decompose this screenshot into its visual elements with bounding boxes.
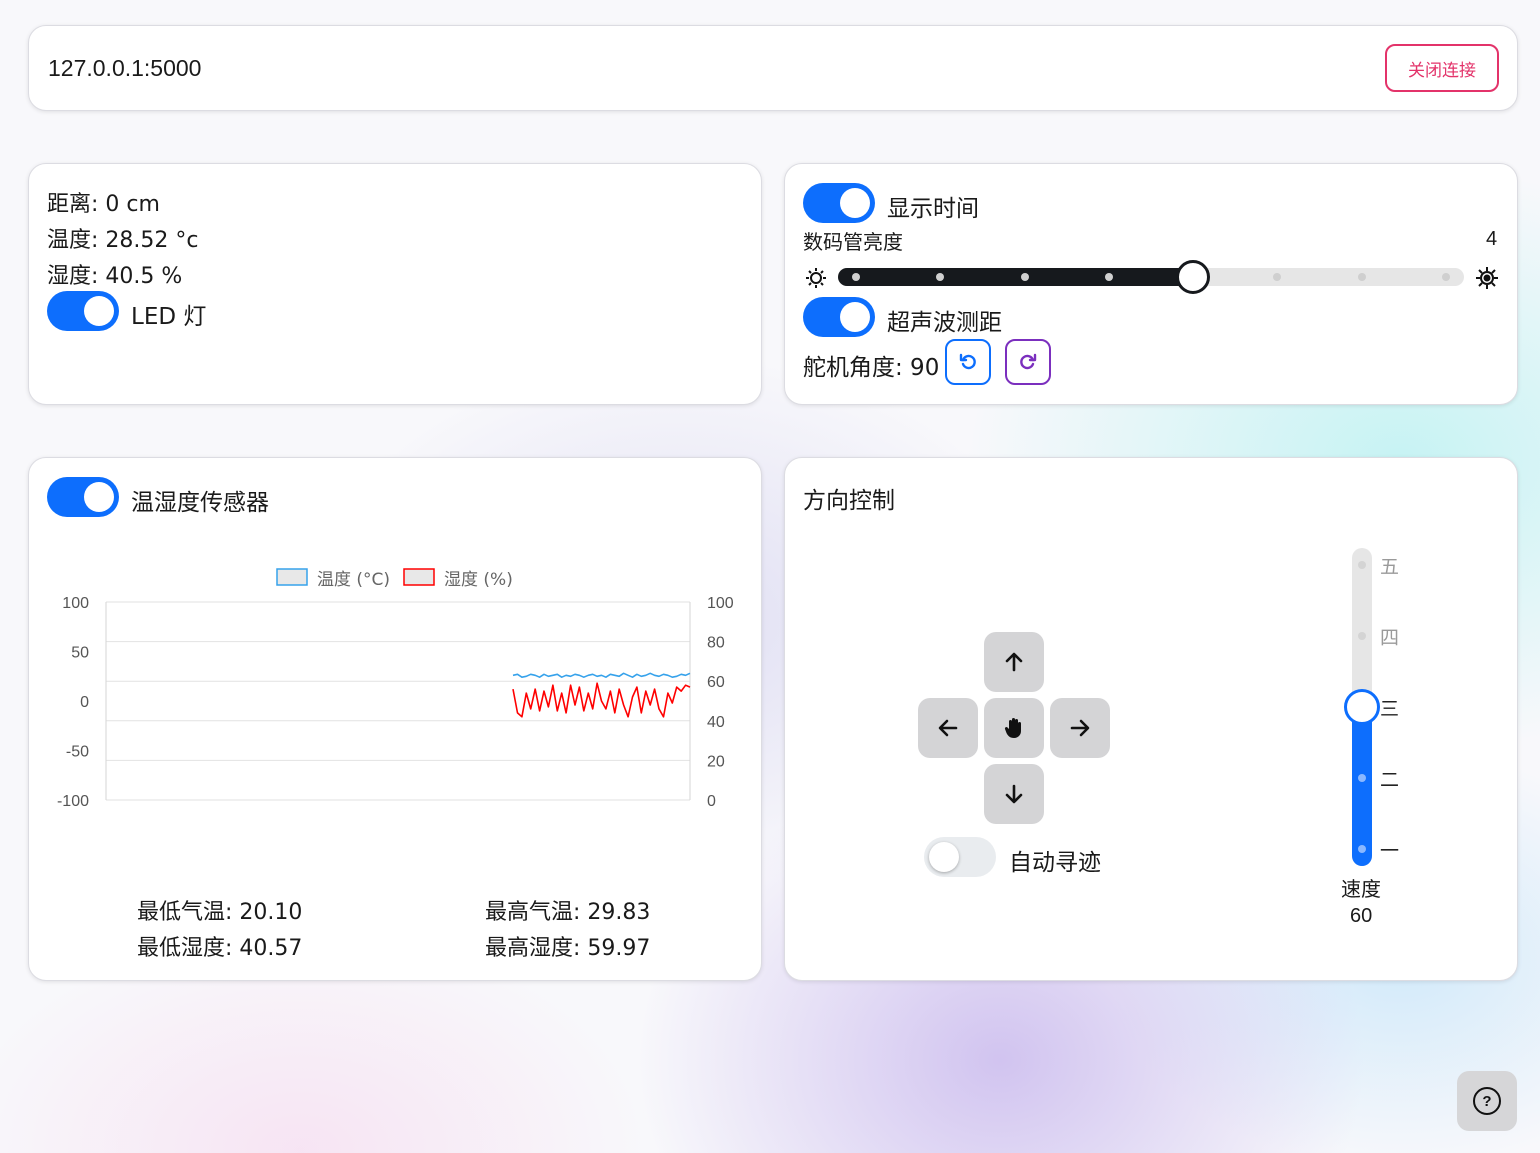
connection-bar: 127.0.0.1:5000 关闭连接: [28, 25, 1518, 111]
chart-legend-label: 湿度 (%): [444, 570, 513, 590]
close-connection-button[interactable]: 关闭连接: [1385, 44, 1499, 92]
temp-humidity-chart: 100 50 0 -50 -100 100 80 60 40 20 0 温度 (°C) 湿度 (%): [57, 568, 734, 810]
chart-series-line: [512, 682, 691, 718]
speed-tick-label: 三: [1380, 698, 1400, 720]
chart-legend-swatch: [403, 568, 435, 586]
brightness-step-dot: [852, 273, 860, 281]
chart-left-tick-label: -50: [66, 744, 89, 761]
led-label: LED 灯: [131, 304, 207, 330]
chart-right-tick-label: 100: [707, 595, 734, 612]
arrow-right-icon: [1070, 719, 1090, 737]
servo-angle: 舵机角度: 90: [803, 355, 940, 381]
rotate-right-button[interactable]: [1005, 339, 1051, 385]
temperature-reading: 温度: 28.52 °c: [47, 228, 199, 253]
chart-right-tick-label: 80: [707, 635, 725, 652]
rotate-ccw-icon: [959, 353, 976, 370]
right-button[interactable]: [1050, 698, 1110, 758]
chart-right-tick-label: 0: [707, 793, 716, 810]
help-icon: ?: [1473, 1087, 1501, 1115]
chart-left-tick-label: 50: [71, 645, 89, 662]
arrow-down-icon: [1005, 784, 1023, 804]
chart-left-tick-label: -100: [57, 793, 89, 810]
temp-humidity-label: 温湿度传感器: [131, 490, 269, 516]
arrow-left-icon: [938, 719, 958, 737]
max-humidity: 最高湿度: 59.97: [485, 936, 651, 961]
stop-button[interactable]: [984, 698, 1044, 758]
brightness-step-dot: [1357, 273, 1366, 281]
rotate-left-button[interactable]: [945, 339, 991, 385]
chart-right-tick-label: 60: [707, 674, 725, 691]
brightness-step-dot: [1020, 273, 1029, 281]
speed-tick-label: 四: [1380, 627, 1400, 649]
max-temperature: 最高气温: 29.83: [485, 900, 651, 925]
brightness-slider[interactable]: [838, 260, 1464, 294]
min-humidity: 最低湿度: 40.57: [137, 936, 303, 961]
brightness-low-icon: [806, 268, 826, 288]
brightness-label: 数码管亮度: [803, 230, 903, 254]
speed-label: 速度: [1341, 877, 1381, 901]
led-toggle[interactable]: [47, 291, 119, 331]
speed-slider[interactable]: [1344, 548, 1380, 866]
speed-value: 60: [1350, 905, 1373, 927]
server-url: 127.0.0.1:5000: [48, 55, 202, 81]
svg-text:?: ?: [1482, 1093, 1491, 1110]
ultrasonic-toggle[interactable]: [803, 297, 875, 337]
chart-left-tick-label: 100: [62, 595, 89, 612]
brightness-step-dot: [1442, 273, 1450, 281]
show-time-label: 显示时间: [887, 196, 979, 222]
brightness-slider-thumb[interactable]: [1176, 260, 1211, 294]
direction-control-card: [784, 457, 1518, 981]
chart-left-tick-label: 0: [80, 694, 89, 711]
speed-step-dot: [1358, 845, 1366, 853]
hand-stop-icon: [1004, 718, 1021, 738]
speed-tick-label: 二: [1380, 769, 1400, 791]
humidity-reading: 湿度: 40.5 %: [47, 264, 183, 289]
speed-slider-thumb[interactable]: [1344, 689, 1380, 725]
auto-track-toggle[interactable]: [924, 837, 996, 877]
speed-step-dot: [1358, 561, 1366, 569]
brightness-value: 4: [1486, 228, 1498, 250]
brightness-slider-fill: [838, 268, 1198, 286]
brightness-step-dot: [1104, 273, 1113, 281]
backward-button[interactable]: [984, 764, 1044, 824]
help-button[interactable]: ?: [1457, 1071, 1517, 1131]
arrow-up-icon: [1005, 652, 1023, 672]
direction-title: 方向控制: [803, 488, 895, 514]
chart-right-tick-label: 20: [707, 753, 725, 770]
chart-legend-swatch: [276, 568, 308, 586]
rotate-cw-icon: [1020, 353, 1037, 370]
speed-slider-fill: [1352, 703, 1372, 866]
forward-button[interactable]: [984, 632, 1044, 692]
chart-right-tick-label: 40: [707, 714, 725, 731]
ultrasonic-label: 超声波测距: [887, 310, 1002, 336]
chart-legend-label: 温度 (°C): [317, 570, 390, 590]
show-time-toggle[interactable]: [803, 183, 875, 223]
temp-humidity-toggle[interactable]: [47, 477, 119, 517]
min-temperature: 最低气温: 20.10: [137, 900, 303, 925]
chart-series-line: [512, 672, 691, 678]
speed-tick-label: 一: [1380, 840, 1400, 862]
brightness-high-icon: [1476, 267, 1498, 289]
speed-step-dot: [1358, 774, 1366, 782]
speed-tick-label: 五: [1380, 556, 1400, 578]
speed-step-dot: [1358, 632, 1366, 640]
left-button[interactable]: [918, 698, 978, 758]
brightness-step-dot: [1273, 273, 1282, 281]
distance-reading: 距离: 0 cm: [47, 192, 160, 217]
auto-track-label: 自动寻迹: [1009, 850, 1101, 876]
